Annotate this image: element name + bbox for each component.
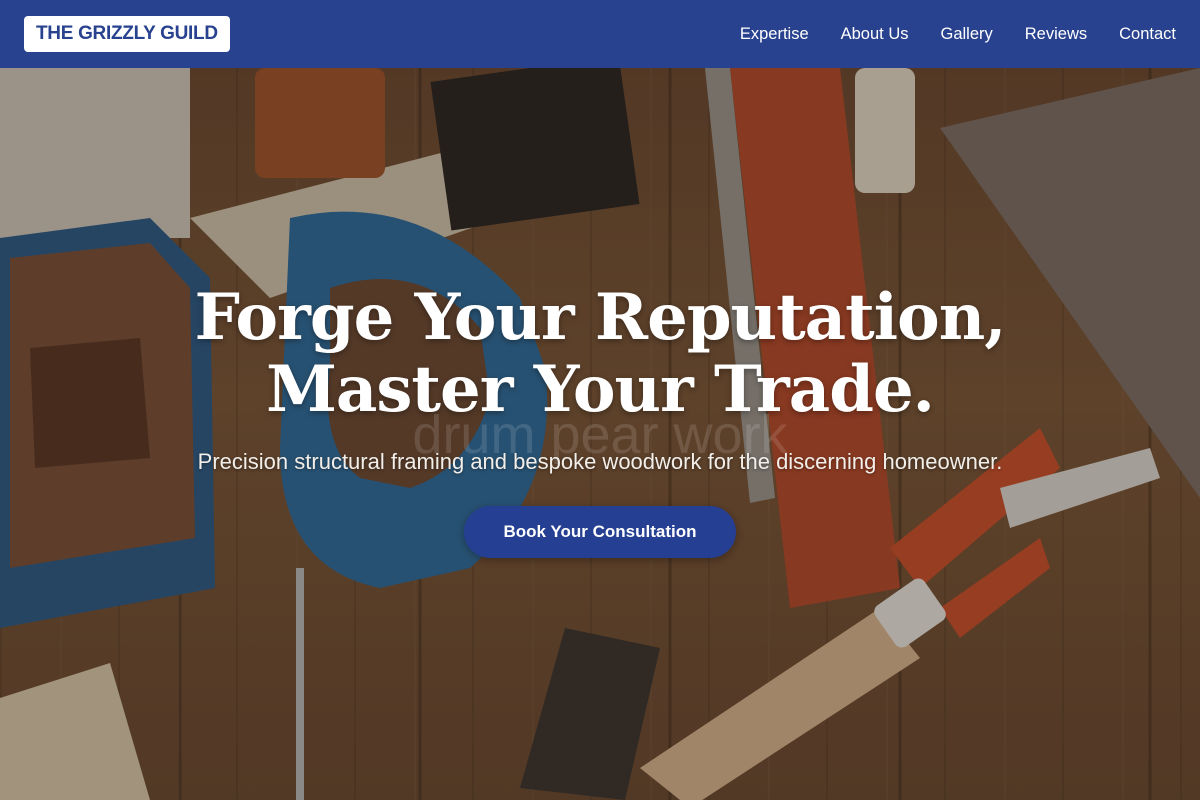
hero-title-line-1: Forge Your Reputation, xyxy=(194,280,1006,355)
nav-link-expertise[interactable]: Expertise xyxy=(740,25,809,44)
hero-content: Forge Your Reputation, Master Your Trade… xyxy=(0,68,1200,800)
book-consultation-button[interactable]: Book Your Consultation xyxy=(463,506,737,558)
hero-subtitle: Precision structural framing and bespoke… xyxy=(197,449,1003,474)
hero-section: Forge Your Reputation, Master Your Trade… xyxy=(0,68,1200,800)
nav-link-contact[interactable]: Contact xyxy=(1119,25,1176,44)
top-navbar: THE GRIZZLY GUILD Expertise About Us Gal… xyxy=(0,0,1200,68)
nav-link-about-us[interactable]: About Us xyxy=(841,25,909,44)
main-nav: Expertise About Us Gallery Reviews Conta… xyxy=(740,25,1176,44)
hero-title: Forge Your Reputation, Master Your Trade… xyxy=(194,280,1006,427)
hero-title-line-2: Master Your Trade. xyxy=(266,352,935,427)
nav-link-gallery[interactable]: Gallery xyxy=(941,25,993,44)
brand-logo[interactable]: THE GRIZZLY GUILD xyxy=(24,16,230,52)
nav-link-reviews[interactable]: Reviews xyxy=(1025,25,1087,44)
